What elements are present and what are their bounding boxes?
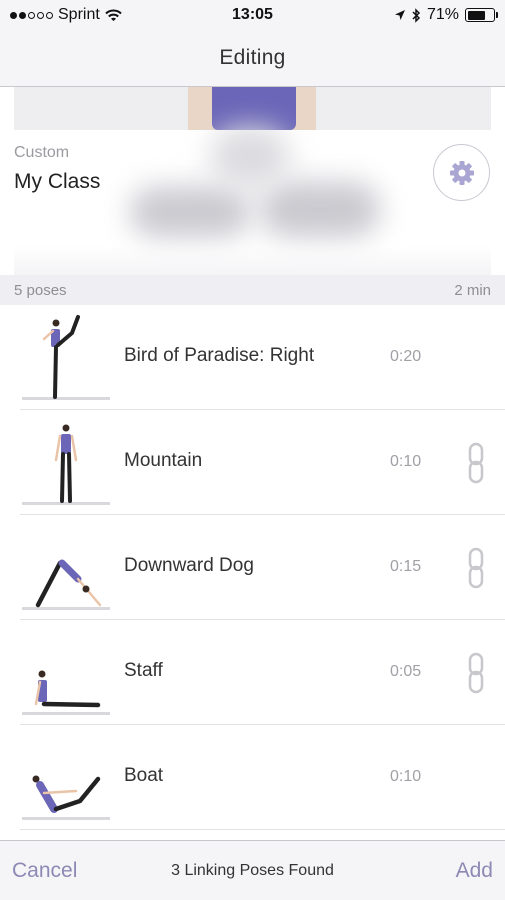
- pose-row[interactable]: Mountain 0:10: [0, 410, 505, 515]
- battery-percent: 71%: [426, 6, 459, 23]
- chain-link-icon[interactable]: [467, 652, 485, 694]
- pose-name: Boat: [124, 765, 164, 786]
- navigation-bar: Editing: [0, 30, 505, 87]
- gear-icon: [449, 160, 474, 185]
- battery-level: [467, 10, 486, 20]
- boat-pose-thumbnail: [22, 775, 110, 820]
- pose-count: 5 poses: [14, 281, 67, 299]
- cancel-button[interactable]: Cancel: [12, 859, 77, 883]
- pose-name: Downward Dog: [124, 555, 254, 576]
- pose-name: Bird of Paradise: Right: [124, 345, 315, 366]
- class-name: My Class: [14, 170, 101, 193]
- pose-name: Staff: [124, 660, 163, 681]
- location-arrow-icon: [394, 10, 405, 20]
- signal-strength-icon: [10, 11, 53, 19]
- staff-pose-thumbnail: [22, 670, 110, 715]
- wifi-icon: [105, 9, 122, 21]
- pose-name: Mountain: [124, 450, 203, 471]
- pose-duration[interactable]: 0:10: [390, 453, 421, 471]
- pose-row[interactable]: Bird of Paradise: Right 0:20: [0, 305, 505, 410]
- bird-of-paradise-thumbnail: [22, 315, 110, 400]
- chain-link-icon[interactable]: [467, 442, 485, 484]
- mountain-pose-thumbnail: [22, 424, 110, 505]
- status-bar: Sprint 13:05 71%: [0, 0, 505, 30]
- page-title: Editing: [219, 46, 286, 69]
- bottom-toolbar: Cancel 3 Linking Poses Found Add: [0, 840, 505, 900]
- header-fade: [14, 245, 491, 275]
- add-button[interactable]: Add: [456, 859, 493, 883]
- status-left: Sprint: [10, 6, 394, 24]
- class-header: Custom My Class: [0, 87, 505, 275]
- pose-duration[interactable]: 0:05: [390, 663, 421, 681]
- pose-row[interactable]: Downward Dog 0:15: [0, 515, 505, 620]
- class-summary-bar: 5 poses 2 min: [0, 275, 505, 305]
- pose-row[interactable]: Staff 0:05: [0, 620, 505, 725]
- total-duration: 2 min: [454, 281, 491, 299]
- settings-button[interactable]: [433, 144, 490, 201]
- downward-dog-thumbnail: [22, 559, 110, 610]
- carrier-name: Sprint: [58, 6, 100, 23]
- pose-duration[interactable]: 0:20: [390, 348, 421, 366]
- pose-duration[interactable]: 0:10: [390, 768, 421, 786]
- class-type-label: Custom: [14, 144, 70, 161]
- chain-link-icon[interactable]: [467, 547, 485, 589]
- pose-row[interactable]: Boat 0:10: [0, 725, 505, 830]
- hero-image: [14, 87, 491, 130]
- status-right: 71%: [394, 6, 498, 24]
- pose-list[interactable]: Bird of Paradise: Right 0:20 Mountain 0:…: [0, 305, 505, 840]
- blurred-class-artwork: [120, 127, 390, 257]
- pose-duration[interactable]: 0:15: [390, 558, 421, 576]
- bluetooth-icon: [412, 7, 421, 23]
- hero-figure-top: [212, 87, 296, 130]
- battery-icon: [465, 8, 498, 22]
